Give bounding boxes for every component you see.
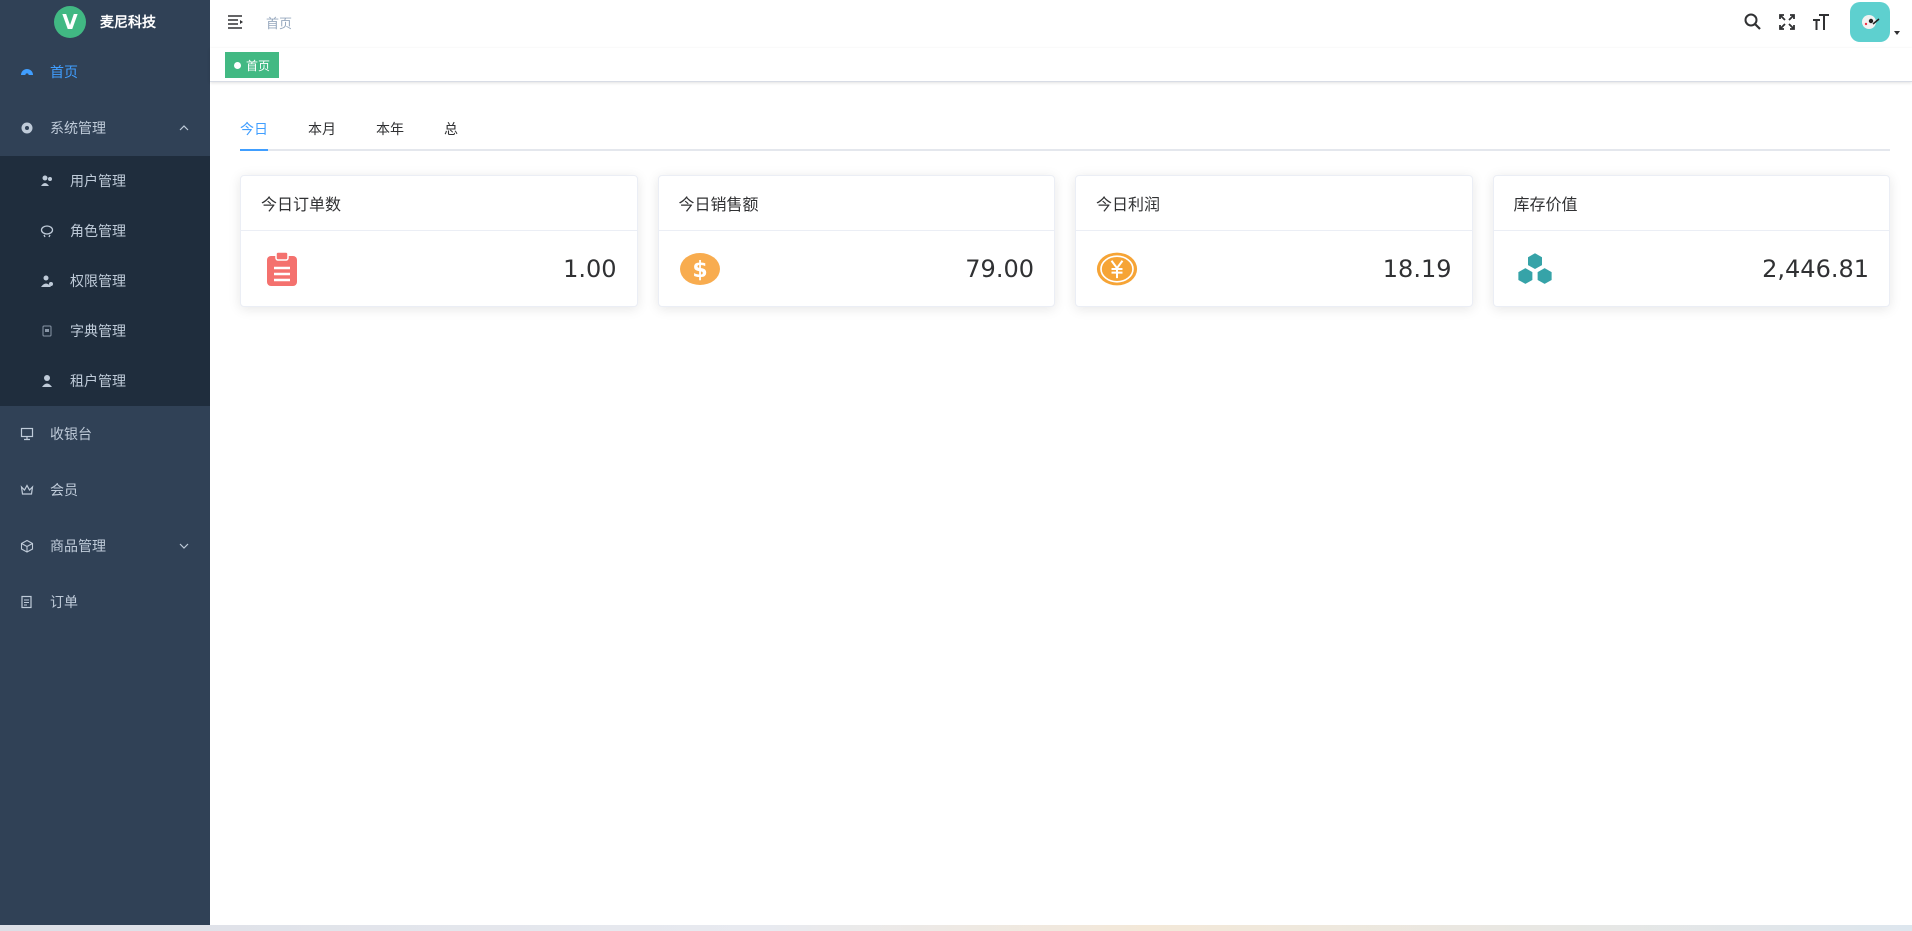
sidebar-item-cashier[interactable]: 收银台	[0, 406, 210, 462]
breadcrumb: 首页	[266, 16, 293, 32]
dictionary-icon	[40, 324, 54, 338]
sidebar-item-label: 租户管理	[70, 374, 126, 390]
app-title: 麦尼科技	[100, 15, 156, 31]
navbar-right-menu	[1742, 0, 1912, 44]
sidebar: V 麦尼科技 首页 系统管理 用户管理 角色管理 权限管理 字典管理 租户管理 …	[0, 0, 210, 925]
clipboard-icon	[261, 248, 303, 290]
crown-icon	[20, 483, 34, 497]
yuan-coin-icon	[1096, 248, 1138, 290]
sidebar-item-label: 系统管理	[50, 121, 106, 137]
svg-text:$: $	[692, 258, 707, 283]
tab-total[interactable]: 总	[424, 115, 478, 151]
logo-icon: V	[54, 6, 86, 38]
sidebar-item-roles[interactable]: 角色管理	[0, 206, 210, 256]
user-dropdown[interactable]	[1850, 2, 1902, 42]
order-icon	[20, 595, 34, 609]
tenant-icon	[40, 374, 54, 388]
tags-view: 首页	[210, 48, 1912, 82]
card-title: 今日订单数	[241, 176, 637, 231]
navbar: 首页	[210, 0, 1912, 44]
system-submenu: 用户管理 角色管理 权限管理 字典管理 租户管理	[0, 156, 210, 406]
sidebar-item-label: 首页	[50, 65, 78, 81]
sidebar-item-label: 权限管理	[70, 274, 126, 290]
chevron-down-icon	[179, 543, 189, 549]
sidebar-item-label: 会员	[50, 483, 78, 499]
tag-home[interactable]: 首页	[225, 52, 280, 78]
sidebar-item-users[interactable]: 用户管理	[0, 156, 210, 206]
active-dot-icon	[234, 61, 241, 69]
sidebar-item-products[interactable]: 商品管理	[0, 518, 210, 574]
sidebar-item-system[interactable]: 系统管理	[0, 100, 210, 156]
users-icon	[40, 174, 54, 188]
avatar[interactable]	[1850, 2, 1890, 42]
sidebar-item-label: 字典管理	[70, 324, 126, 340]
sidebar-item-label: 用户管理	[70, 174, 126, 190]
gear-icon	[20, 121, 34, 135]
tag-label: 首页	[246, 58, 271, 73]
dashboard-icon	[20, 65, 34, 79]
stat-cards: 今日订单数 1.00 今日销售额 $ 79.00 今日利润 18.19 库存价值…	[240, 175, 1890, 307]
sidebar-item-orders[interactable]: 订单	[0, 574, 210, 630]
card-value: 1.00	[563, 255, 617, 283]
period-tabs: 今日 本月 本年 总	[240, 115, 1890, 151]
sidebar-item-label: 收银台	[50, 427, 92, 443]
sidebar-item-home[interactable]: 首页	[0, 44, 210, 100]
bottom-strip	[0, 925, 1912, 931]
stat-card-profit: 今日利润 18.19	[1075, 175, 1473, 307]
chevron-up-icon	[179, 125, 189, 131]
tab-year[interactable]: 本年	[356, 115, 424, 151]
logo[interactable]: V 麦尼科技	[0, 0, 210, 44]
search-icon[interactable]	[1742, 11, 1764, 33]
card-value: 2,446.81	[1762, 255, 1869, 283]
hexagons-icon	[1514, 248, 1556, 290]
card-value: 18.19	[1382, 255, 1452, 283]
card-title: 库存价值	[1493, 176, 1889, 231]
sidebar-item-members[interactable]: 会员	[0, 462, 210, 518]
stat-card-inventory: 库存价值 2,446.81	[1492, 175, 1890, 307]
stat-card-sales: 今日销售额 $ 79.00	[657, 175, 1055, 307]
card-title: 今日利润	[1076, 176, 1472, 231]
dollar-coin-icon: $	[679, 248, 721, 290]
card-title: 今日销售额	[658, 176, 1054, 231]
active-tab-indicator	[240, 149, 268, 151]
card-value: 79.00	[965, 255, 1034, 283]
tab-today[interactable]: 今日	[240, 115, 288, 151]
sidebar-item-label: 订单	[50, 595, 78, 611]
fullscreen-icon[interactable]	[1776, 11, 1798, 33]
permission-icon	[40, 274, 54, 288]
sidebar-item-dictionary[interactable]: 字典管理	[0, 306, 210, 356]
caret-down-icon	[1894, 31, 1900, 35]
sidebar-item-tenants[interactable]: 租户管理	[0, 356, 210, 406]
cashier-icon	[20, 427, 34, 441]
sidebar-item-permissions[interactable]: 权限管理	[0, 256, 210, 306]
sidebar-item-label: 角色管理	[70, 224, 126, 240]
role-icon	[40, 224, 54, 238]
text-size-icon[interactable]	[1810, 11, 1832, 33]
stat-card-orders: 今日订单数 1.00	[240, 175, 638, 307]
tab-month[interactable]: 本月	[288, 115, 356, 151]
sidebar-item-label: 商品管理	[50, 539, 106, 555]
box-icon	[20, 539, 34, 553]
hamburger-icon[interactable]	[226, 12, 246, 32]
dashboard-main: 今日 本月 本年 总 今日订单数 1.00 今日销售额 $ 79.00 今日利润…	[240, 115, 1890, 307]
